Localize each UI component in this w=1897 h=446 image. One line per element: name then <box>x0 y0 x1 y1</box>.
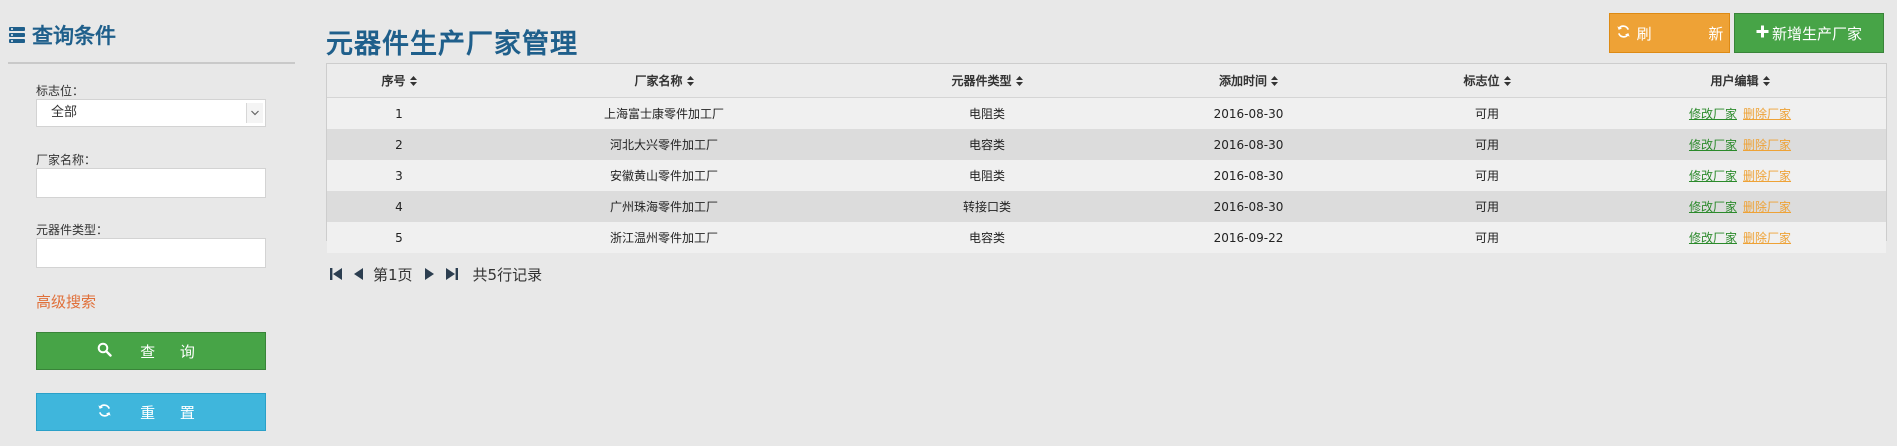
column-header-no[interactable]: 序号 <box>327 64 471 98</box>
sort-icon[interactable] <box>409 75 417 89</box>
list-icon <box>8 26 26 44</box>
sort-icon[interactable] <box>1503 75 1511 89</box>
table-header-row: 序号 厂家名称 元器件类型 添加时间 标志位 用户编辑 <box>327 64 1886 98</box>
page-title: 元器件生产厂家管理 <box>326 29 578 60</box>
component-type-label: 元器件类型： <box>36 223 109 237</box>
delete-vendor-link[interactable]: 删除厂家 <box>1743 169 1791 183</box>
cell-actions: 修改厂家 删除厂家 <box>1594 160 1886 191</box>
search-icon <box>97 342 112 361</box>
cell-type: 电阻类 <box>857 160 1117 191</box>
flag-select[interactable]: 全部 <box>36 99 266 127</box>
cell-name: 安徽黄山零件加工厂 <box>471 160 857 191</box>
cell-type: 电容类 <box>857 129 1117 160</box>
column-header-date[interactable]: 添加时间 <box>1117 64 1380 98</box>
add-vendor-button-label: 新增生产厂家 <box>1771 24 1862 43</box>
advanced-search-link[interactable]: 高级搜索 <box>36 291 96 312</box>
refresh-button-label: 刷 新 <box>1636 24 1750 43</box>
table-row[interactable]: 5 浙江温州零件加工厂 电容类 2016-09-22 可用 修改厂家 删除厂家 <box>327 222 1886 253</box>
cell-no: 2 <box>327 129 471 160</box>
cell-flag: 可用 <box>1380 129 1594 160</box>
cell-flag: 可用 <box>1380 160 1594 191</box>
column-header-flag[interactable]: 标志位 <box>1380 64 1594 98</box>
sort-icon[interactable] <box>1271 75 1278 89</box>
pagination: 第1页 共5行记录 <box>329 264 542 284</box>
page-indicator: 第1页 <box>373 265 413 284</box>
sort-icon[interactable] <box>1015 75 1023 89</box>
vendor-name-label: 厂家名称： <box>36 153 97 167</box>
table-row[interactable]: 2 河北大兴零件加工厂 电容类 2016-08-30 可用 修改厂家 删除厂家 <box>327 129 1886 160</box>
next-page-icon[interactable] <box>423 267 435 281</box>
cell-flag: 可用 <box>1380 222 1594 253</box>
flag-label: 标志位： <box>36 84 85 98</box>
cell-name: 浙江温州零件加工厂 <box>471 222 857 253</box>
cell-date: 2016-09-22 <box>1117 222 1380 253</box>
edit-vendor-link[interactable]: 修改厂家 <box>1689 107 1737 121</box>
vendor-name-input[interactable] <box>36 168 266 198</box>
cell-no: 3 <box>327 160 471 191</box>
refresh-icon <box>1616 24 1631 43</box>
sort-icon[interactable] <box>686 75 694 89</box>
query-button[interactable]: 查 询 <box>36 332 266 370</box>
column-header-edit[interactable]: 用户编辑 <box>1594 64 1886 98</box>
cell-actions: 修改厂家 删除厂家 <box>1594 97 1886 129</box>
column-header-type[interactable]: 元器件类型 <box>857 64 1117 98</box>
reset-button[interactable]: 重 置 <box>36 393 266 431</box>
vendor-table: 序号 厂家名称 元器件类型 添加时间 标志位 用户编辑 1 上海富士康零件加工厂… <box>326 63 1887 253</box>
table-row[interactable]: 3 安徽黄山零件加工厂 电阻类 2016-08-30 可用 修改厂家 删除厂家 <box>327 160 1886 191</box>
cell-name: 河北大兴零件加工厂 <box>471 129 857 160</box>
sidebar-title: 查询条件 <box>8 20 116 50</box>
cell-date: 2016-08-30 <box>1117 129 1380 160</box>
sidebar-title-text: 查询条件 <box>32 24 116 48</box>
cell-no: 1 <box>327 97 471 129</box>
cell-date: 2016-08-30 <box>1117 191 1380 222</box>
cell-flag: 可用 <box>1380 97 1594 129</box>
delete-vendor-link[interactable]: 删除厂家 <box>1743 107 1791 121</box>
table-row[interactable]: 4 广州珠海零件加工厂 转接口类 2016-08-30 可用 修改厂家 删除厂家 <box>327 191 1886 222</box>
cell-actions: 修改厂家 删除厂家 <box>1594 191 1886 222</box>
column-header-name[interactable]: 厂家名称 <box>471 64 857 98</box>
edit-vendor-link[interactable]: 修改厂家 <box>1689 169 1737 183</box>
table-row[interactable]: 1 上海富士康零件加工厂 电阻类 2016-08-30 可用 修改厂家 删除厂家 <box>327 97 1886 129</box>
add-vendor-button[interactable]: 新增生产厂家 <box>1734 13 1884 53</box>
cell-actions: 修改厂家 删除厂家 <box>1594 129 1886 160</box>
sidebar: 查询条件 标志位： 全部 厂家名称： 元器件类型： 高级搜索 查 询 重 置 <box>0 0 300 446</box>
cell-type: 电容类 <box>857 222 1117 253</box>
refresh-button[interactable]: 刷 新 <box>1609 13 1730 53</box>
cell-no: 4 <box>327 191 471 222</box>
query-button-label: 查 询 <box>140 342 205 361</box>
cell-type: 电阻类 <box>857 97 1117 129</box>
edit-vendor-link[interactable]: 修改厂家 <box>1689 200 1737 214</box>
edit-vendor-link[interactable]: 修改厂家 <box>1689 231 1737 245</box>
chevron-down-icon[interactable] <box>246 103 263 123</box>
cell-name: 上海富士康零件加工厂 <box>471 97 857 129</box>
record-count: 共5行记录 <box>472 265 543 284</box>
prev-page-icon[interactable] <box>353 267 365 281</box>
sort-icon[interactable] <box>1762 75 1770 89</box>
plus-icon <box>1756 24 1769 42</box>
flag-select-value: 全部 <box>51 105 78 120</box>
cell-date: 2016-08-30 <box>1117 160 1380 191</box>
cell-flag: 可用 <box>1380 191 1594 222</box>
cell-no: 5 <box>327 222 471 253</box>
edit-vendor-link[interactable]: 修改厂家 <box>1689 138 1737 152</box>
delete-vendor-link[interactable]: 删除厂家 <box>1743 231 1791 245</box>
delete-vendor-link[interactable]: 删除厂家 <box>1743 200 1791 214</box>
component-type-input[interactable] <box>36 238 266 268</box>
cell-name: 广州珠海零件加工厂 <box>471 191 857 222</box>
reset-button-label: 重 置 <box>140 403 205 422</box>
cell-actions: 修改厂家 删除厂家 <box>1594 222 1886 253</box>
delete-vendor-link[interactable]: 删除厂家 <box>1743 138 1791 152</box>
cell-date: 2016-08-30 <box>1117 97 1380 129</box>
cell-type: 转接口类 <box>857 191 1117 222</box>
first-page-icon[interactable] <box>329 267 345 281</box>
sidebar-divider <box>8 62 295 64</box>
refresh-icon <box>97 403 112 422</box>
last-page-icon[interactable] <box>443 267 459 281</box>
